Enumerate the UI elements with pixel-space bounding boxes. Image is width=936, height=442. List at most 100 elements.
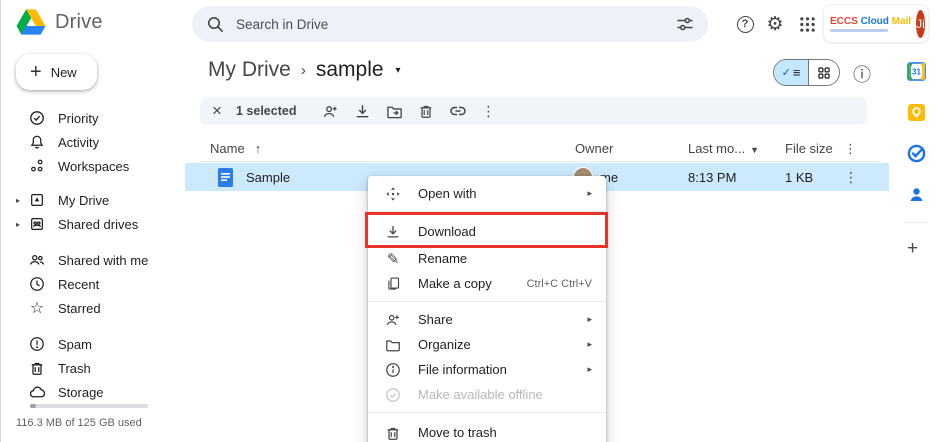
menu-item-share[interactable]: Share ▸ [368, 307, 606, 332]
sidebar-item-my-drive[interactable]: ▸ My Drive [0, 188, 185, 212]
trash-icon [28, 359, 46, 377]
share-person-add-icon[interactable] [314, 99, 346, 123]
view-toggle: ✓ ≡ [773, 59, 840, 86]
selection-toolbar: × 1 selected ⋮ [200, 97, 867, 125]
app-title: Drive [55, 11, 103, 34]
folder-icon [384, 336, 402, 354]
account-chip[interactable]: ECCS Cloud Mail Ji [823, 4, 929, 43]
storage-usage-text: 116.3 MB of 125 GB used [16, 417, 142, 429]
new-button[interactable]: + New [16, 54, 97, 90]
trash-icon[interactable] [410, 99, 442, 123]
check-icon: ✓ [782, 66, 791, 79]
menu-item-move-to-trash[interactable]: Move to trash [368, 418, 606, 442]
star-icon: ☆ [28, 299, 46, 317]
menu-separator [368, 301, 606, 302]
list-view-button[interactable]: ✓ ≡ [774, 60, 808, 85]
more-actions-icon[interactable]: ⋮ [474, 103, 502, 120]
breadcrumb-root[interactable]: My Drive [208, 58, 291, 82]
breadcrumb-current[interactable]: sample [316, 58, 384, 82]
sidebar-item-shared-drives[interactable]: ▸ Shared drives [0, 212, 185, 236]
grid-view-button[interactable] [808, 60, 839, 85]
menu-item-make-a-copy[interactable]: Make a copy Ctrl+C Ctrl+V [368, 271, 606, 296]
storage-progress-bar [30, 404, 148, 408]
priority-check-icon [28, 109, 46, 127]
keep-icon[interactable] [907, 103, 926, 122]
help-icon[interactable]: ? [734, 13, 756, 35]
menu-item-download[interactable]: Download [368, 217, 606, 246]
file-size: 1 KB [785, 170, 813, 185]
org-logo: ECCS Cloud Mail [830, 16, 911, 32]
expand-caret-icon[interactable]: ▸ [16, 196, 20, 205]
expand-caret-icon[interactable]: ▸ [16, 220, 20, 229]
sidebar-item-activity[interactable]: Activity [0, 130, 185, 154]
column-last-modified[interactable]: Last mo...▼ [688, 141, 759, 156]
shared-drives-icon [28, 215, 46, 233]
sidebar-item-shared-with-me[interactable]: Shared with me [0, 248, 185, 272]
search-placeholder: Search in Drive [236, 17, 664, 32]
tasks-icon[interactable] [907, 144, 926, 163]
menu-item-make-available-offline: Make available offline [368, 382, 606, 407]
clock-icon [28, 275, 46, 293]
context-menu: Open with ▸ Download ✎ Rename Make a cop… [368, 176, 606, 442]
contacts-icon[interactable] [907, 185, 926, 204]
sidebar-item-starred[interactable]: ☆ Starred [0, 296, 185, 320]
move-to-folder-icon[interactable] [378, 99, 410, 123]
details-info-icon[interactable]: ⓘ [853, 61, 871, 87]
column-options-icon[interactable]: ⋮ [844, 141, 857, 157]
drive-logo-icon [16, 9, 46, 35]
submenu-arrow-icon: ▸ [587, 314, 592, 325]
settings-gear-icon[interactable]: ⚙ [764, 13, 786, 35]
column-file-size[interactable]: File size [785, 141, 833, 156]
copy-icon [384, 275, 402, 293]
svg-text:31: 31 [912, 68, 921, 77]
submenu-arrow-icon: ▸ [587, 188, 592, 199]
trash-icon [384, 424, 402, 442]
spam-icon [28, 335, 46, 353]
panel-divider [904, 222, 928, 223]
companion-side-panel: 31 + [896, 48, 936, 442]
row-more-actions-icon[interactable]: ⋮ [844, 169, 858, 186]
menu-item-organize[interactable]: Organize ▸ [368, 332, 606, 357]
drive-brand[interactable]: Drive [16, 9, 103, 35]
grid-view-icon [817, 66, 831, 80]
top-header: Drive Search in Drive ? ⚙ ECCS Cloud Mai… [0, 0, 936, 48]
add-panel-app-icon[interactable]: + [907, 238, 918, 260]
google-docs-icon [218, 168, 233, 187]
file-table-header: Name ↑ Owner Last mo...▼ File size ⋮ [200, 136, 882, 162]
file-name: Sample [246, 170, 290, 185]
storage-progress-fill [30, 404, 36, 408]
column-owner[interactable]: Owner [575, 141, 613, 156]
keyboard-shortcut: Ctrl+C Ctrl+V [527, 278, 592, 290]
download-icon[interactable] [346, 99, 378, 123]
menu-item-open-with[interactable]: Open with ▸ [368, 181, 606, 206]
search-input[interactable]: Search in Drive [192, 6, 708, 42]
caret-down-icon: ▼ [750, 145, 759, 155]
share-person-add-icon [384, 311, 402, 329]
breadcrumb-dropdown-icon[interactable]: ▾ [396, 65, 401, 76]
search-icon [206, 15, 224, 33]
sidebar-item-recent[interactable]: Recent [0, 272, 185, 296]
sidebar-item-spam[interactable]: Spam [0, 332, 185, 356]
sidebar-item-priority[interactable]: Priority [0, 106, 185, 130]
sort-ascending-icon[interactable]: ↑ [255, 141, 262, 156]
sidebar-item-trash[interactable]: Trash [0, 356, 185, 380]
offline-check-icon [384, 386, 402, 404]
plus-icon: + [30, 62, 42, 82]
column-name[interactable]: Name [210, 141, 245, 156]
user-avatar[interactable]: Ji [916, 10, 925, 38]
menu-item-rename[interactable]: ✎ Rename [368, 246, 606, 271]
workspaces-icon [28, 157, 46, 175]
selected-count: 1 selected [236, 104, 296, 118]
submenu-arrow-icon: ▸ [587, 364, 592, 375]
clear-selection-icon[interactable]: × [212, 101, 236, 121]
calendar-icon[interactable]: 31 [907, 62, 926, 81]
menu-item-file-information[interactable]: File information ▸ [368, 357, 606, 382]
get-link-icon[interactable] [442, 99, 474, 123]
info-icon [384, 361, 402, 379]
apps-grid-icon[interactable] [796, 13, 818, 35]
bell-icon [28, 133, 46, 151]
search-options-icon[interactable] [676, 15, 694, 33]
sidebar-item-storage[interactable]: Storage [0, 380, 185, 404]
sidebar-item-workspaces[interactable]: Workspaces [0, 154, 185, 178]
open-with-icon [384, 185, 402, 203]
